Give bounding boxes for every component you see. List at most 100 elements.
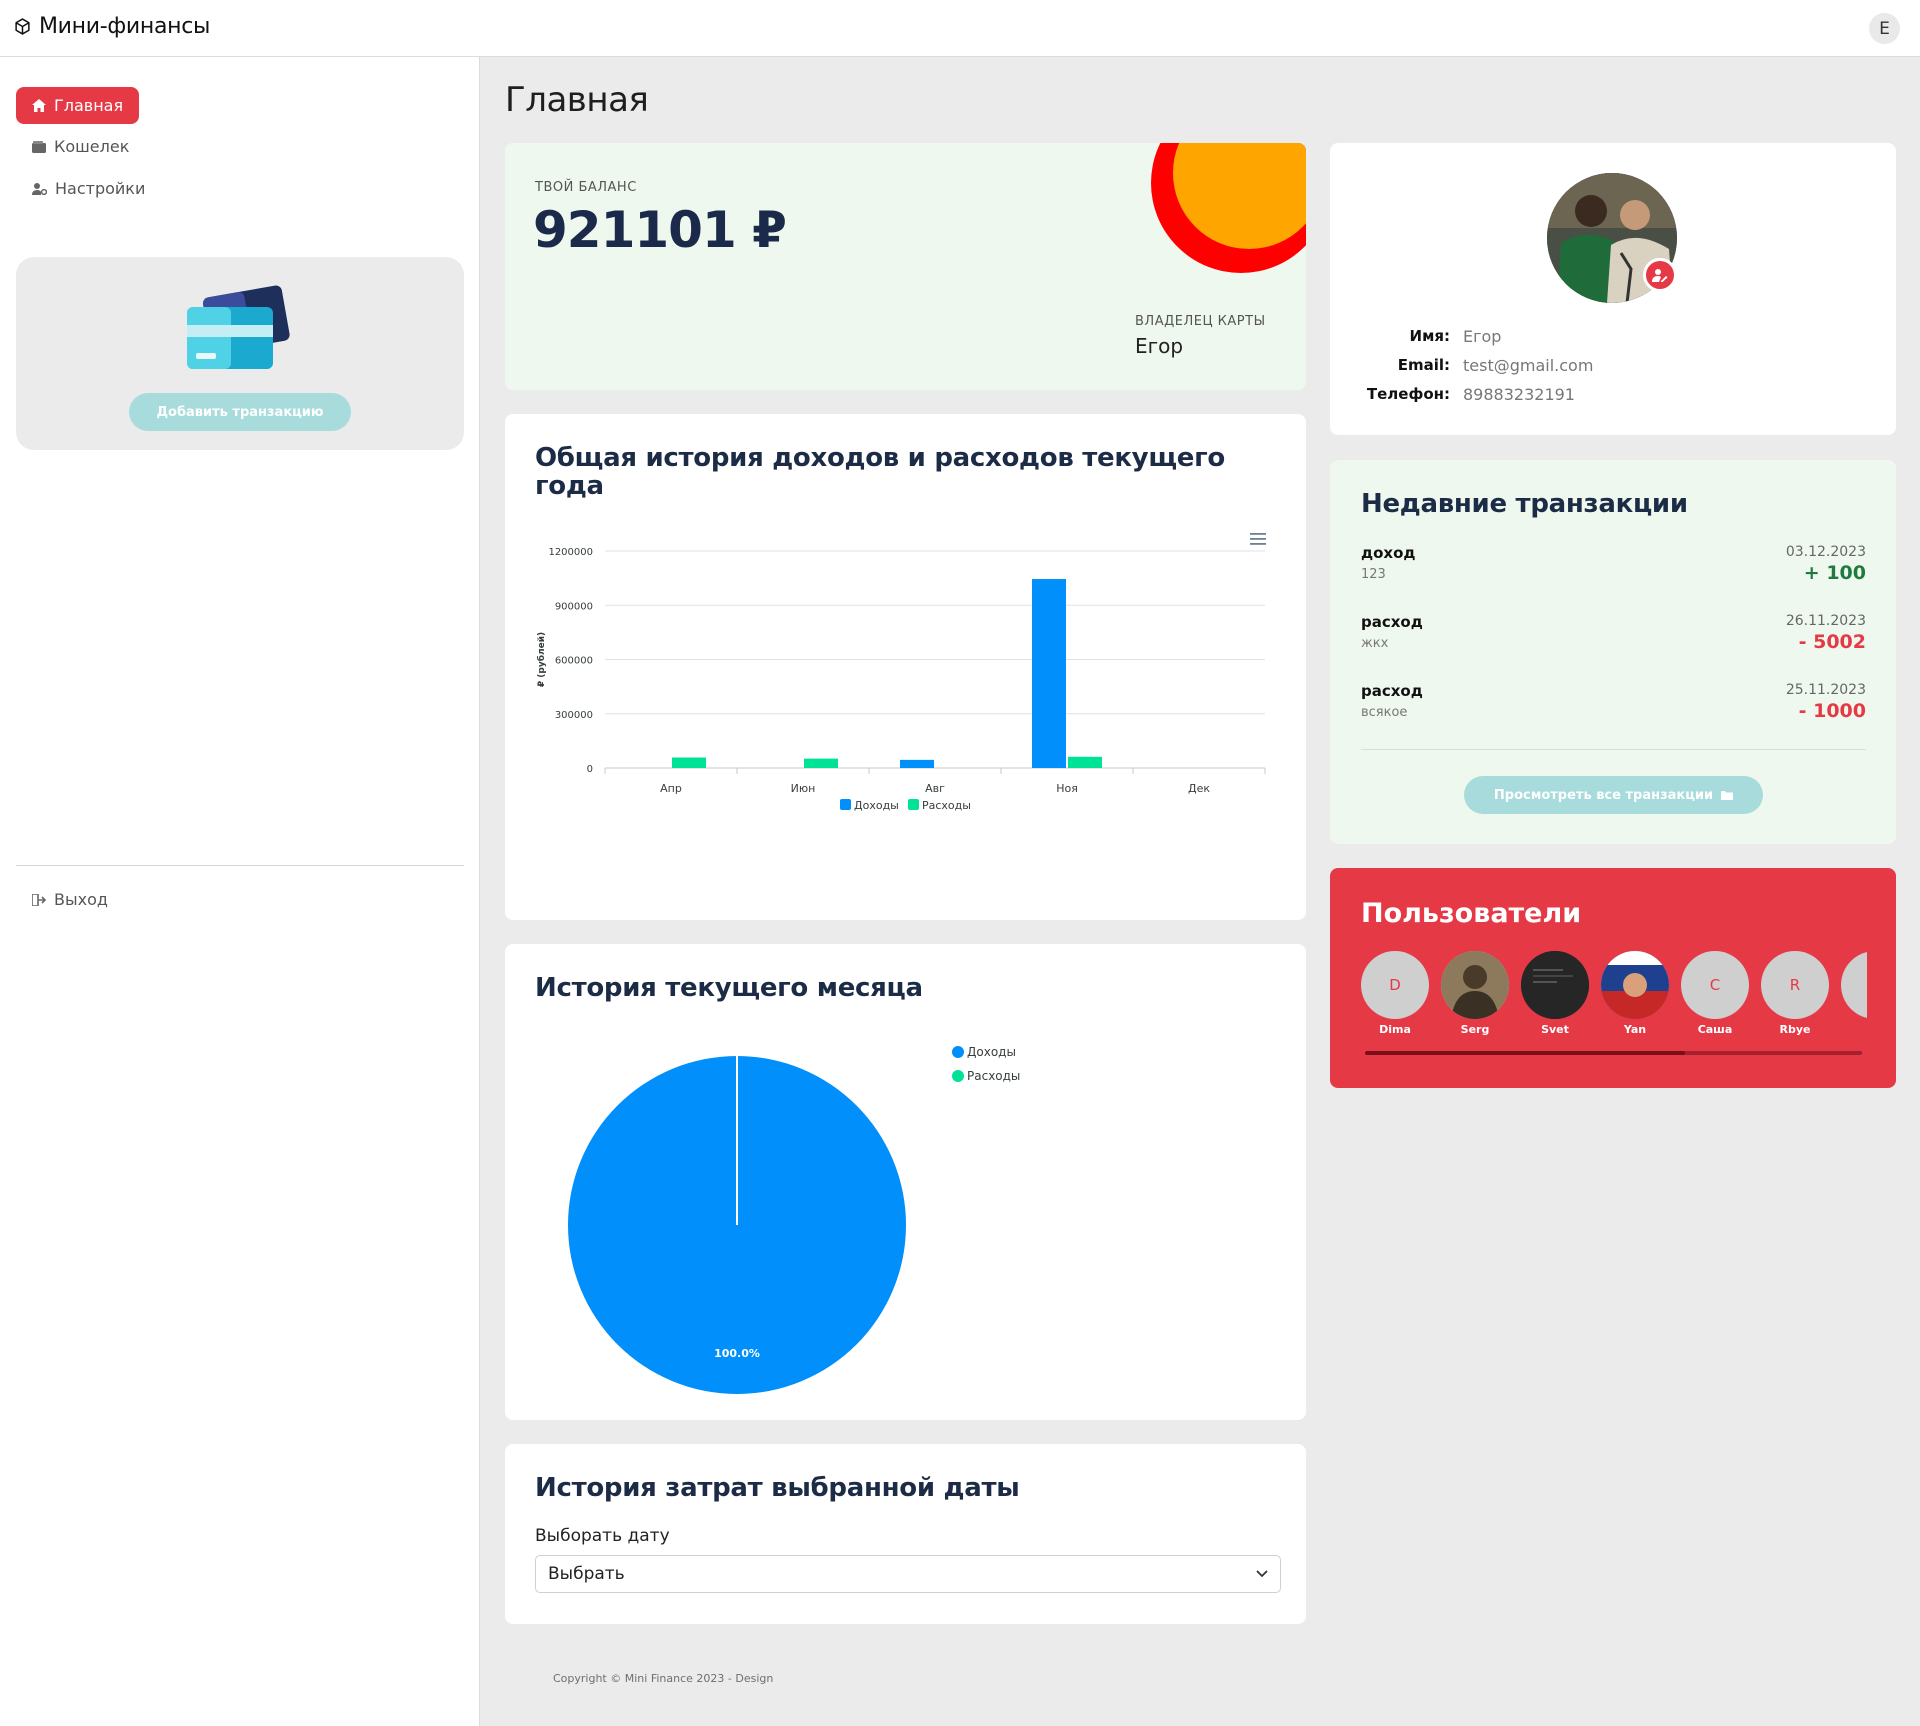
profile-phone-key: Телефон: — [1366, 385, 1450, 403]
card-logo — [1151, 143, 1306, 273]
transaction-item[interactable]: расход жкх 26.11.2023 - 5002 — [1361, 613, 1866, 673]
bar-Доходы — [1032, 579, 1066, 768]
bar-Расходы — [1068, 756, 1102, 768]
user-edit-icon — [1652, 269, 1668, 282]
transaction-date: 25.11.2023 — [1785, 682, 1866, 698]
home-icon — [32, 99, 46, 112]
chart-menu-icon — [1250, 533, 1266, 545]
y-axis-label: ₽ (рублей) — [536, 632, 547, 687]
pie-data-label: 100.0% — [714, 1347, 760, 1360]
legend-label: Расходы — [922, 799, 971, 812]
user-avatar: D — [1361, 951, 1429, 1019]
monthly-pie-chart: 100.0% Доходы Расходы — [568, 1045, 1020, 1394]
users-scrollbar[interactable] — [1365, 1051, 1862, 1055]
transaction-type: расход — [1361, 613, 1423, 631]
bar-Расходы — [672, 757, 706, 768]
add-transaction-button[interactable]: Добавить транзакцию — [129, 393, 351, 431]
profile-phone-value: 89883232191 — [1463, 385, 1575, 404]
x-tick-label: Авг — [925, 782, 945, 795]
date-select[interactable]: Выбрать — [535, 1555, 1281, 1593]
menu-line — [1250, 538, 1266, 540]
yearly-bar-chart: 0 300000 600000 900000 1200000 ₽ (рублей) Апр И… — [536, 533, 1266, 812]
user-item[interactable]: C Саша — [1681, 951, 1749, 1036]
legend-marker — [840, 799, 851, 810]
recent-transactions-card: Недавние транзакции доход 123 03.12.2023… — [1330, 460, 1896, 844]
user-item[interactable]: D Dima — [1361, 951, 1429, 1036]
user-avatar: C — [1681, 951, 1749, 1019]
transaction-item[interactable]: доход 123 03.12.2023 + 100 — [1361, 544, 1866, 604]
x-tick-label: Дек — [1188, 782, 1210, 795]
transaction-amount: + 100 — [1803, 562, 1866, 584]
wallet-icon — [32, 140, 46, 153]
yearly-history-title: Общая история доходов и расходов текущег… — [535, 443, 1225, 501]
user-item[interactable]: Serg — [1441, 951, 1509, 1036]
view-all-transactions-button[interactable]: Просмотреть все транзакции — [1464, 776, 1763, 814]
bar-Расходы — [804, 758, 838, 768]
card-owner-label: ВЛАДЕЛЕЦ КАРТЫ — [1135, 314, 1266, 329]
user-item[interactable]: R Rbye — [1761, 951, 1829, 1036]
user-avatar — [1521, 951, 1589, 1019]
user-avatar — [1841, 951, 1867, 1019]
profile-name-value: Егор — [1463, 327, 1502, 346]
edit-profile-button[interactable] — [1643, 258, 1677, 292]
transaction-note: жкх — [1361, 636, 1389, 651]
monthly-history-card: История текущего месяца 100.0% Доходы Расх… — [505, 944, 1306, 1420]
user-avatar — [1441, 951, 1509, 1019]
transaction-note: всякое — [1361, 705, 1408, 720]
menu-line — [1250, 533, 1266, 535]
app-title: Мини-финансы — [39, 14, 211, 39]
recent-transactions-title: Недавние транзакции — [1361, 489, 1688, 519]
monthly-history-title: История текущего месяца — [535, 973, 923, 1003]
user-avatar[interactable]: E — [1869, 13, 1900, 44]
sidebar-divider — [16, 865, 464, 866]
cube-icon — [15, 18, 30, 35]
folder-icon — [1721, 791, 1734, 800]
brand[interactable]: Мини-финансы — [14, 14, 210, 39]
profile-name-key: Имя: — [1409, 327, 1450, 345]
logout-link[interactable]: Выход — [16, 881, 124, 918]
transaction-type: расход — [1361, 682, 1423, 700]
x-tick-label: Апр — [660, 782, 682, 795]
legend-marker — [908, 799, 919, 810]
date-select-value: Выбрать — [548, 1564, 625, 1584]
transactions-divider — [1361, 749, 1866, 750]
user-name: Serg — [1460, 1023, 1490, 1036]
legend-label: Расходы — [967, 1069, 1020, 1083]
legend-marker — [952, 1046, 964, 1058]
sidebar-item-wallet[interactable]: Кошелек — [16, 128, 145, 165]
chevron-down-icon — [1256, 1570, 1268, 1578]
user-avatar: R — [1761, 951, 1829, 1019]
transaction-date: 03.12.2023 — [1785, 544, 1866, 560]
user-name: t — [1841, 1023, 1867, 1036]
transaction-item[interactable]: расход всякое 25.11.2023 - 1000 — [1361, 682, 1866, 742]
sidebar-item-settings[interactable]: Настройки — [16, 170, 161, 207]
cards-illustration — [187, 285, 290, 369]
x-tick-label: Июн — [791, 782, 816, 795]
legend-marker — [952, 1070, 964, 1082]
y-tick-label: 600000 — [555, 656, 593, 667]
copyright: Copyright © Mini Finance 2023 - Design — [553, 1672, 774, 1685]
users-scrollbar-thumb[interactable] — [1365, 1051, 1685, 1055]
page-title: Главная — [505, 80, 649, 120]
user-item[interactable]: Yan — [1601, 951, 1669, 1036]
menu-line — [1250, 543, 1266, 545]
transaction-amount: - 5002 — [1798, 631, 1866, 653]
y-tick-label: 300000 — [555, 710, 593, 721]
date-history-title: История затрат выбранной даты — [535, 1473, 1020, 1503]
date-field-label: Выборать дату — [535, 1526, 670, 1546]
user-item[interactable]: Svet — [1521, 951, 1589, 1036]
card-owner-name: Егор — [1135, 334, 1184, 358]
profile-card: Имя: Егор Email: test@gmail.com Телефон:… — [1330, 143, 1896, 435]
legend-label: Доходы — [967, 1045, 1016, 1059]
users-strip[interactable]: D Dima Serg Svet Yan C Саша R Rbye — [1361, 951, 1867, 1051]
balance-label: ТВОЙ БАЛАНС — [535, 180, 637, 195]
legend-label: Доходы — [854, 799, 899, 812]
users-card: Пользователи D Dima Serg Svet Yan C Саша — [1330, 868, 1896, 1088]
balance-card: ТВОЙ БАЛАНС 921101 ₽ ВЛАДЕЛЕЦ КАРТЫ Егор — [505, 143, 1306, 390]
user-name: Svet — [1541, 1023, 1569, 1036]
top-bar: Мини-финансы E — [0, 0, 1920, 57]
user-item[interactable]: t — [1841, 951, 1867, 1036]
sidebar-item-home[interactable]: Главная — [16, 87, 140, 124]
balance-value: 921101 ₽ — [533, 201, 787, 259]
sidebar-item-label: Кошелек — [54, 137, 130, 156]
